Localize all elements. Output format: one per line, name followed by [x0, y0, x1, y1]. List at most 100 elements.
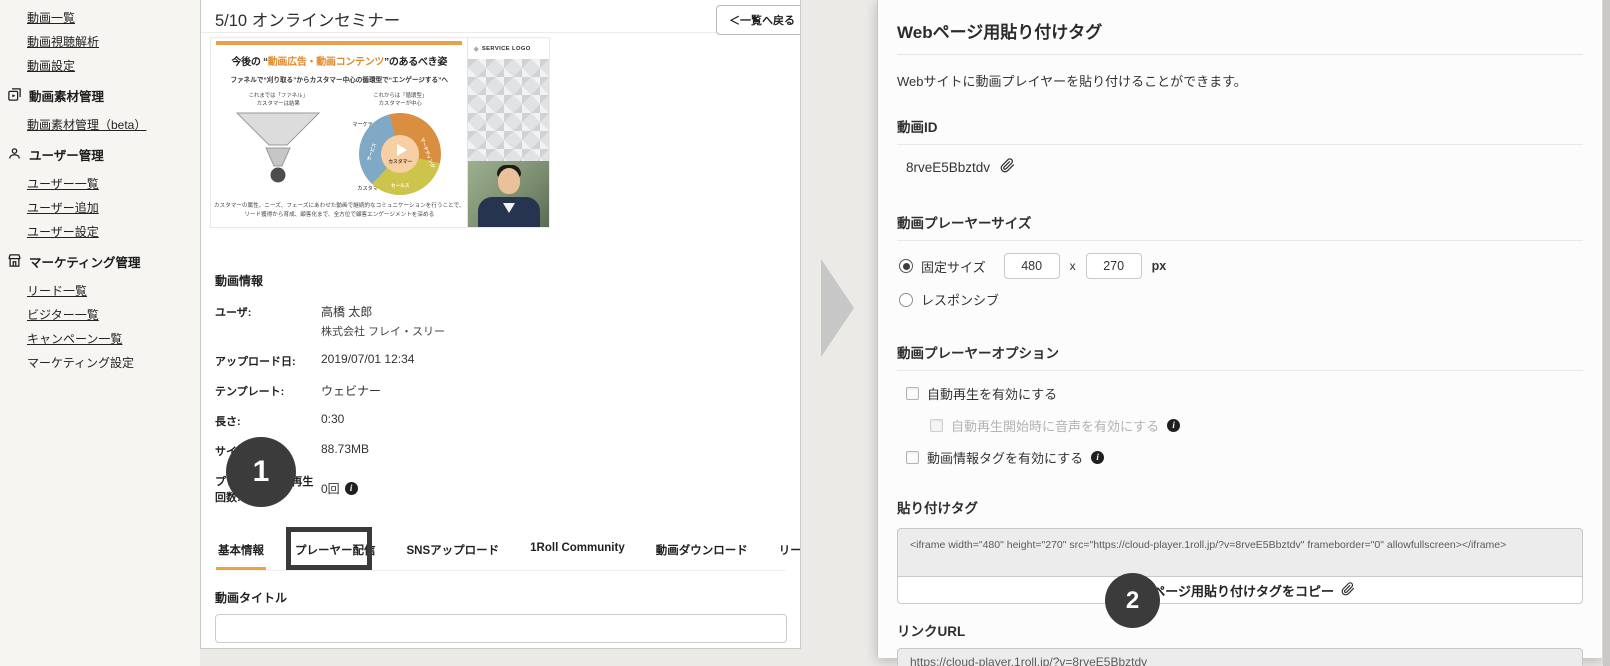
- tab-player-distribution[interactable]: プレーヤー配信: [286, 527, 378, 570]
- slide-accent-bar: [216, 41, 463, 45]
- slide-caption-line1: カスタマーの属性、ニーズ、フェーズにあわせた動画で継続的なコミュニケーションを行…: [213, 203, 465, 210]
- page-edge-strip: [1603, 0, 1610, 666]
- funnel-diagram: これまでは「ファネル」 カスタマーは結果 マーケティング セールス カスタ: [228, 92, 388, 195]
- vertical-video-preview: ◆ SERVICE LOGO: [467, 38, 549, 227]
- sidebar-item-marketing-settings[interactable]: マーケティング設定: [27, 357, 200, 370]
- info-label: アップロード日:: [215, 356, 296, 368]
- video-title-label: 動画タイトル: [215, 591, 288, 605]
- size-x-separator: x: [1069, 259, 1076, 273]
- store-icon: [7, 253, 22, 271]
- info-icon[interactable]: i: [1167, 419, 1181, 432]
- info-row-upload-date: アップロード日: 2019/07/01 12:34: [215, 352, 786, 369]
- cycle-diagram: これからは「循環型」 カスタマーが中心 サービス マーケティング セールス カス…: [350, 92, 450, 196]
- step-badge-1: 1: [226, 437, 296, 507]
- service-logo-text: SERVICE LOGO: [481, 45, 531, 52]
- page-title: 5/10 オンラインセミナー: [215, 12, 401, 30]
- sidebar-item-user-settings[interactable]: ユーザー設定: [27, 226, 200, 239]
- video-info-tag-checkbox[interactable]: [906, 451, 919, 464]
- cycle-heading-1: これからは「循環型」: [373, 93, 428, 99]
- slide-title: 今後の “動画広告・動画コンテンツ”のあるべき姿: [211, 53, 467, 68]
- paperclip-icon: [1341, 581, 1355, 599]
- autoplay-checkbox[interactable]: [906, 387, 919, 400]
- slide-caption-line2: リード獲得から育成、顧客化まで、全方位で顧客エンゲージメントを深める: [244, 212, 435, 219]
- info-row-size: サイズ: 88.73MB: [215, 442, 786, 459]
- play-button-overlay[interactable]: カスタマー: [381, 135, 420, 174]
- copy-embed-tag-button[interactable]: Webページ用貼り付けタグをコピー: [897, 577, 1583, 604]
- sidebar-section-marketing: マーケティング管理: [7, 252, 200, 271]
- sidebar-item-user-list[interactable]: ユーザー一覧: [27, 178, 200, 191]
- info-icon[interactable]: i: [344, 482, 358, 495]
- autoplay-sound-checkbox[interactable]: [930, 419, 943, 432]
- tab-basic-info[interactable]: 基本情報: [216, 542, 266, 570]
- responsive-option-label: レスポンシブ: [921, 293, 1000, 308]
- video-detail-header: 5/10 オンラインセミナー ＜一覧へ戻る: [201, 0, 800, 35]
- responsive-radio[interactable]: [899, 292, 913, 307]
- play-icon: [396, 143, 407, 156]
- sidebar-section-label: マーケティング管理: [29, 256, 141, 270]
- slide-diagrams: これまでは「ファネル」 カスタマーは結果 マーケティング セールス カスタ: [211, 92, 467, 196]
- link-url-label: リンクURL: [897, 624, 966, 639]
- info-icon[interactable]: i: [1091, 451, 1105, 464]
- video-title-input[interactable]: [215, 614, 787, 643]
- cycle-heading-2: カスタマーが中心: [378, 101, 422, 108]
- tab-lead-acquisition[interactable]: リード取得: [777, 542, 800, 570]
- segment-sales: セールス: [391, 183, 410, 189]
- slide-caption: カスタマーの属性、ニーズ、フェーズにあわせた動画で継続的なコミュニケーションを行…: [211, 202, 467, 220]
- info-value: 0回: [321, 482, 340, 496]
- sidebar-item-video-materials-beta[interactable]: 動画素材管理（beta）: [27, 119, 200, 132]
- embed-tag-label: 貼り付けタグ: [897, 501, 978, 516]
- video-info-tag-option: 動画情報タグを有効にする i: [906, 448, 1583, 467]
- embed-code-box: <iframe width="480" height="270" src="ht…: [897, 528, 1583, 577]
- video-id-value: 8rveE5Bbztdv: [906, 159, 991, 175]
- arrow-right-icon: [821, 259, 854, 357]
- tab-1roll-community[interactable]: 1Roll Community: [528, 542, 627, 570]
- slide-title-accent: 動画広告・動画コンテンツ: [267, 57, 385, 68]
- sidebar-item-visitor-list[interactable]: ビジター一覧: [27, 309, 200, 322]
- player-options-label: 動画プレーヤーオプション: [897, 346, 1059, 361]
- cycle-center-label: カスタマー: [388, 159, 413, 165]
- cycle-donut: サービス マーケティング セールス カスタマー: [359, 113, 442, 196]
- tab-video-download[interactable]: 動画ダウンロード: [654, 542, 750, 570]
- video-thumbnail[interactable]: 今後の “動画広告・動画コンテンツ”のあるべき姿 ファネルで“刈り取る”からカス…: [210, 37, 550, 228]
- company-name: 株式会社 フレイ・スリー: [321, 326, 446, 338]
- autoplay-sound-option-label: 自動再生開始時に音声を有効にする: [951, 419, 1160, 434]
- player-height-input[interactable]: [1085, 253, 1142, 279]
- sidebar-item-campaign-list[interactable]: キャンペーン一覧: [27, 333, 200, 346]
- back-to-list-button[interactable]: ＜一覧へ戻る: [716, 5, 800, 35]
- slide-preview: 今後の “動画広告・動画コンテンツ”のあるべき姿 ファネルで“刈り取る”からカス…: [211, 38, 468, 227]
- fixed-size-radio[interactable]: [899, 259, 913, 273]
- detail-tabs: 基本情報 プレーヤー配信 SNSアップロード 1Roll Community 動…: [216, 527, 800, 571]
- info-label: テンプレート:: [215, 386, 285, 398]
- player-width-input[interactable]: [1003, 253, 1060, 279]
- user-icon: [7, 146, 22, 164]
- info-row-template: テンプレート: ウェビナー: [215, 382, 786, 399]
- sidebar-item-video-analytics[interactable]: 動画視聴解析: [27, 36, 200, 49]
- divider: [897, 370, 1583, 371]
- divider: [897, 144, 1583, 145]
- video-id-label: 動画ID: [897, 120, 938, 135]
- autoplay-sound-option: 自動再生開始時に音声を有効にする i: [930, 416, 1583, 435]
- fixed-size-option-label: 固定サイズ: [921, 259, 986, 275]
- sidebar-item-user-add[interactable]: ユーザー追加: [27, 202, 200, 215]
- panel-title: Webページ用貼り付けタグ: [897, 23, 1103, 42]
- autoplay-option-label: 自動再生を有効にする: [927, 387, 1058, 402]
- info-value: 0:30: [321, 412, 345, 426]
- video-library-icon: [7, 87, 22, 105]
- presenter-face: [497, 168, 520, 194]
- sidebar-item-video-settings[interactable]: 動画設定: [27, 60, 200, 73]
- info-value: ウェビナー: [321, 384, 382, 398]
- embed-tag-panel: Webページ用貼り付けタグ Webサイトに動画プレイヤーを貼り付けることができま…: [877, 0, 1603, 666]
- sidebar-section-label: 動画素材管理: [29, 90, 105, 104]
- tab-sns-upload[interactable]: SNSアップロード: [405, 542, 502, 570]
- background-pattern: [468, 59, 549, 161]
- divider: [897, 240, 1583, 241]
- step-badge-2: 2: [1105, 573, 1160, 628]
- tab-label: プレーヤー配信: [295, 545, 376, 557]
- sidebar-item-lead-list[interactable]: リード一覧: [27, 285, 200, 298]
- segment-service: サービス: [366, 142, 378, 162]
- sidebar-item-video-list[interactable]: 動画一覧: [27, 12, 200, 25]
- video-info-tag-option-label: 動画情報タグを有効にする: [927, 451, 1084, 466]
- service-logo: ◆ SERVICE LOGO: [468, 38, 549, 59]
- paperclip-icon[interactable]: [1000, 158, 1015, 176]
- slide-subtitle: ファネルで“刈り取る”からカスタマー中心の循環型で“エンゲージする”へ: [230, 77, 448, 84]
